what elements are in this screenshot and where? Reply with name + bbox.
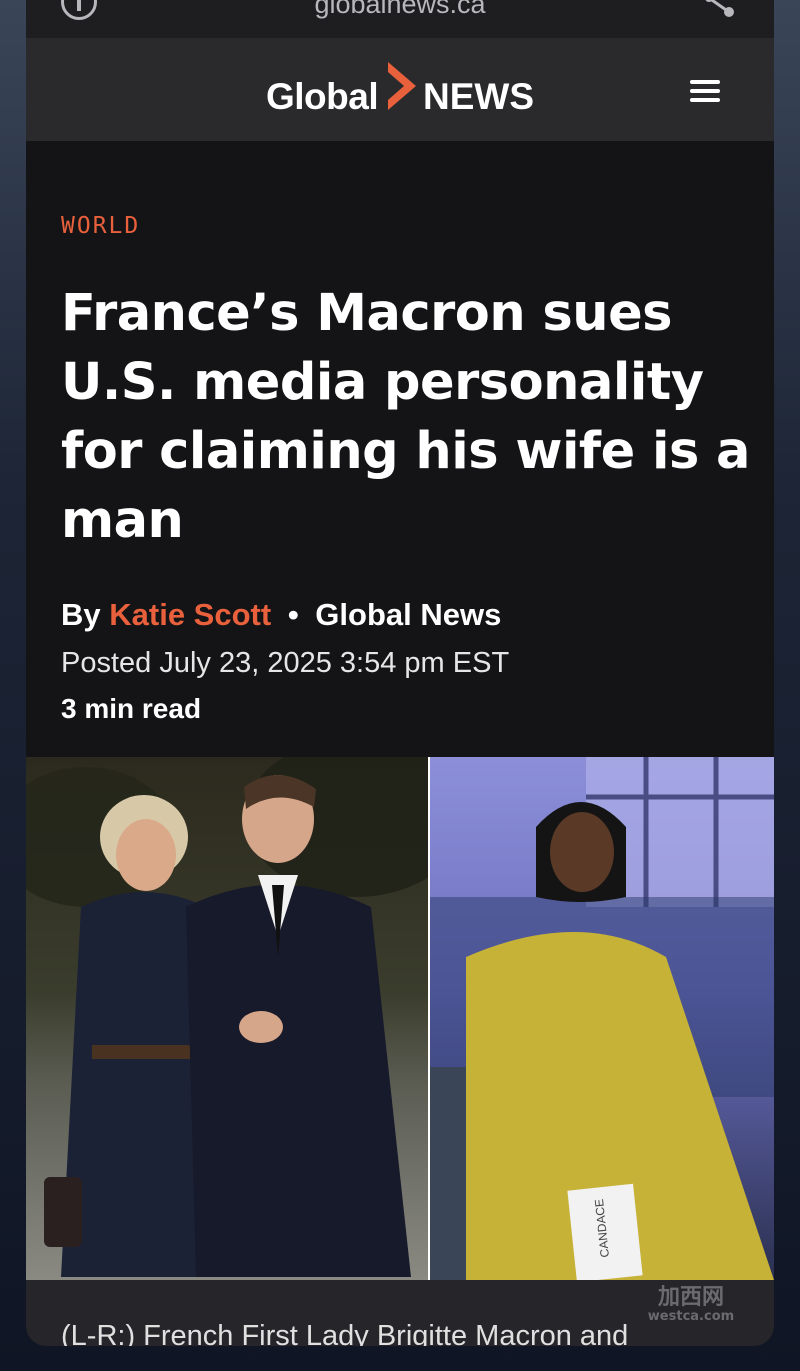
logo-global-text: Global (266, 76, 379, 117)
category-label[interactable]: WORLD (61, 213, 140, 239)
photo-caption: (L-R:) French First Lady Brigitte Macron… (61, 1320, 629, 1346)
phone-screen: globalnews.ca Global NEWS WORLD France’s… (26, 0, 774, 1346)
url-text[interactable]: globalnews.ca (26, 0, 774, 20)
svg-text:westca.com: westca.com (648, 1309, 734, 1324)
by-label: By (61, 597, 101, 632)
westca-watermark-logo: 加西网 westca.com (648, 1285, 734, 1324)
read-time: 3 min read (61, 693, 202, 724)
hamburger-menu-icon[interactable] (690, 80, 720, 102)
svg-text:加西网: 加西网 (657, 1285, 724, 1310)
article-photo[interactable]: CANDACE (26, 757, 774, 1280)
author-link[interactable]: Katie Scott (109, 597, 271, 632)
byline-separator: • (287, 597, 299, 632)
logo-arrow-icon (388, 62, 416, 110)
byline: By Katie Scott • Global News (61, 597, 501, 633)
share-icon[interactable] (701, 0, 737, 20)
outlet-name: Global News (315, 597, 502, 632)
browser-url-bar[interactable]: globalnews.ca (26, 0, 774, 38)
site-header: Global NEWS (26, 38, 774, 141)
logo-news-text: NEWS (423, 76, 534, 117)
article-headline: France’s Macron sues U.S. media personal… (61, 284, 750, 550)
posted-date: Posted July 23, 2025 3:54 pm EST (61, 647, 510, 679)
